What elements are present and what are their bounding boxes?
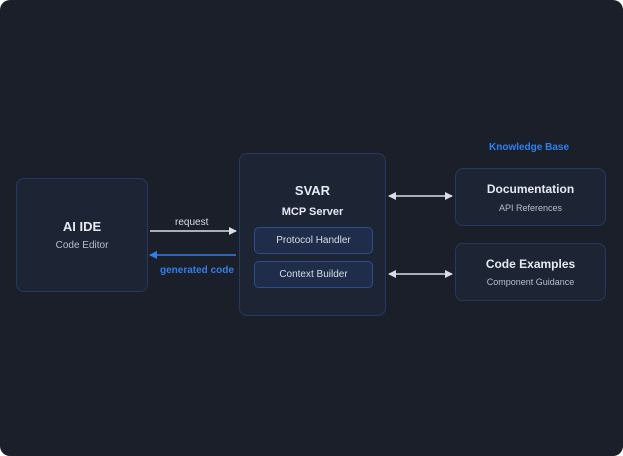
ai-ide-title: AI IDE [62, 219, 102, 234]
ai-ide-box: AI IDE Code Editor [16, 178, 148, 292]
code-examples-title: Code Examples [485, 257, 576, 271]
knowledge-base-label: Knowledge Base [489, 142, 570, 153]
code-examples-subtitle: Component Guidance [486, 277, 575, 287]
mcp-server-subtitle: MCP Server [281, 206, 344, 218]
request-label: request [175, 217, 209, 228]
mcp-server-title: SVAR [294, 183, 331, 198]
context-builder-module: Context Builder [254, 261, 373, 288]
code-examples-box: Code Examples Component Guidance [455, 243, 606, 301]
generated-code-label: generated code [160, 265, 234, 276]
diagram-canvas: AI IDE Code Editor SVAR MCP Server Proto… [0, 0, 623, 456]
documentation-title: Documentation [486, 182, 575, 196]
mcp-server-box: SVAR MCP Server Protocol Handler Context… [239, 153, 386, 316]
protocol-handler-module: Protocol Handler [254, 227, 373, 254]
ai-ide-subtitle: Code Editor [55, 240, 109, 251]
documentation-box: Documentation API References [455, 168, 606, 226]
documentation-subtitle: API References [498, 203, 563, 213]
